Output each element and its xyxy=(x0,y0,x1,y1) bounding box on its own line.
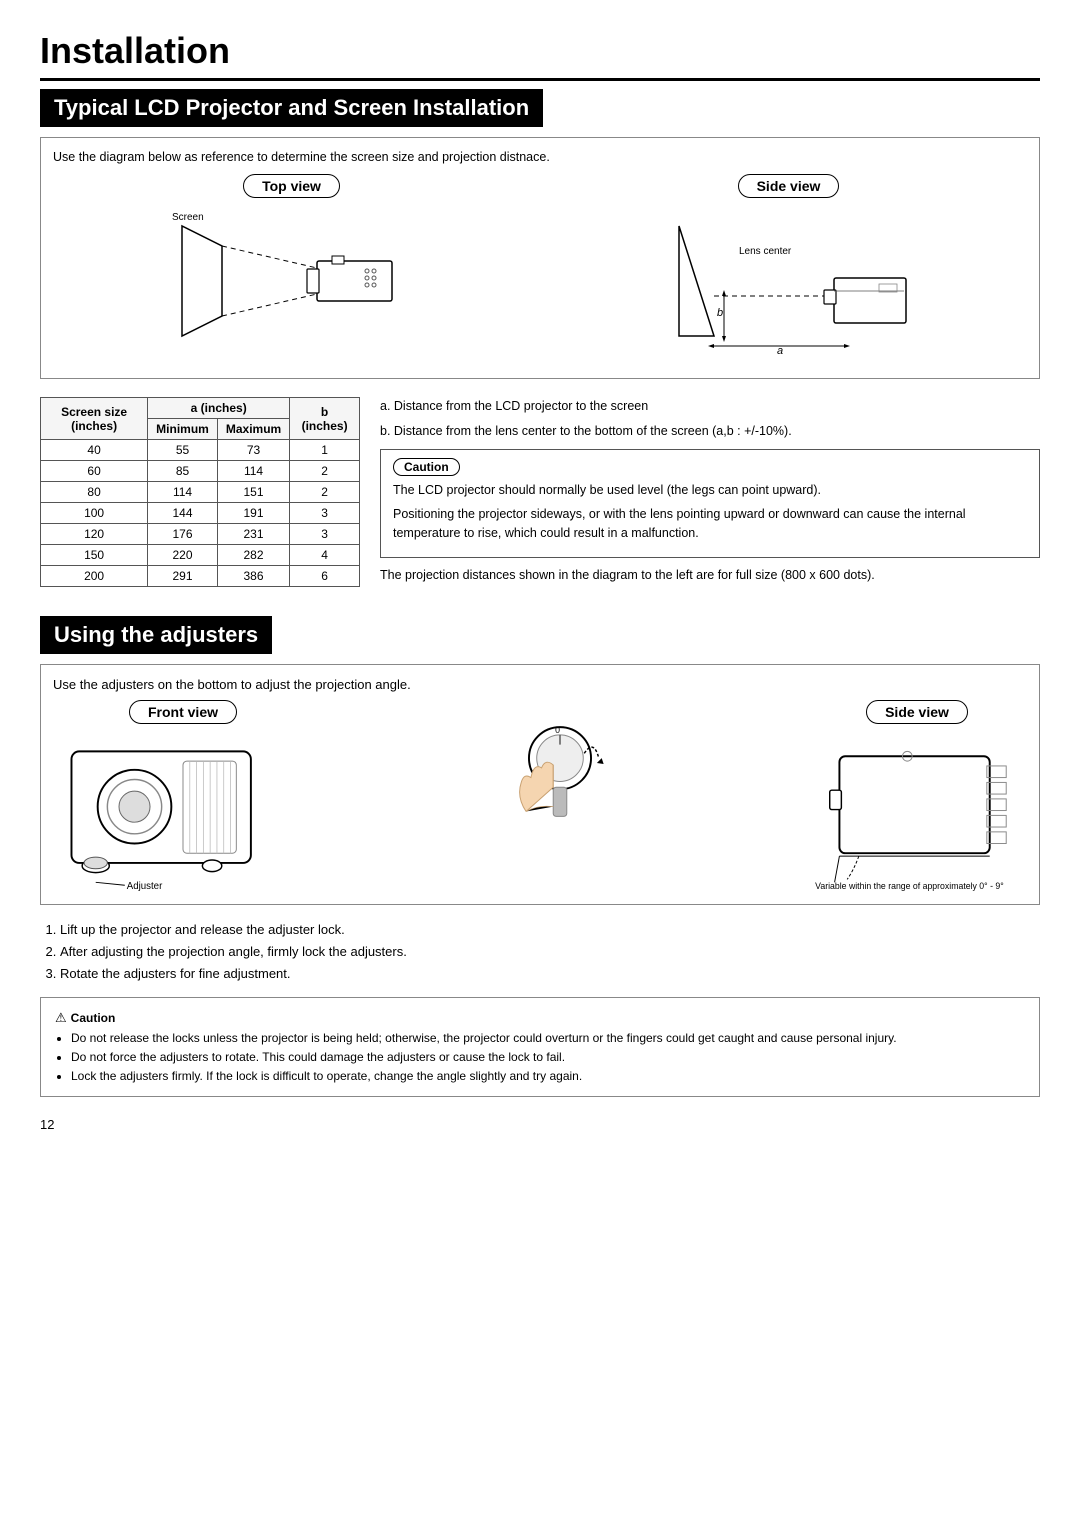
top-view-diagram: Screen xyxy=(53,206,530,356)
table-cell: 4 xyxy=(290,545,360,566)
adj-hand-svg: 0 xyxy=(495,700,625,860)
section2-intro: Use the adjusters on the bottom to adjus… xyxy=(53,677,1027,692)
caution-title: Caution xyxy=(393,458,460,476)
table-row: 1201762313 xyxy=(41,524,360,545)
page-title: Installation xyxy=(40,30,1040,81)
svg-text:b: b xyxy=(717,307,723,319)
steps-list: Lift up the projector and release the ad… xyxy=(60,919,1040,985)
table-cell: 220 xyxy=(148,545,218,566)
caution-bullet: Do not force the adjusters to rotate. Th… xyxy=(71,1048,1025,1067)
table-cell: 3 xyxy=(290,524,360,545)
table-cell: 114 xyxy=(148,482,218,503)
table-cell: 291 xyxy=(148,566,218,587)
top-view-svg: Screen xyxy=(162,206,422,356)
views-row: Top view Screen xyxy=(53,174,1027,356)
table-diagram-row: Screen size (inches) a (inches) b (inche… xyxy=(40,397,1040,591)
table-cell: 150 xyxy=(41,545,148,566)
section1-title: Typical LCD Projector and Screen Install… xyxy=(40,89,543,127)
step-item: Lift up the projector and release the ad… xyxy=(60,919,1040,941)
adj-side-view-label: Side view xyxy=(866,700,968,724)
svg-text:Variable within the range of a: Variable within the range of approximate… xyxy=(815,881,1004,891)
section1-intro: Use the diagram below as reference to de… xyxy=(53,150,1027,164)
adj-side-svg: Variable within the range of approximate… xyxy=(807,732,1027,892)
table-row: 801141512 xyxy=(41,482,360,503)
table-cell: 73 xyxy=(217,440,289,461)
caution-bottom-title: Caution xyxy=(71,1009,116,1028)
side-view-label: Side view xyxy=(738,174,840,198)
table-cell: 386 xyxy=(217,566,289,587)
adj-front-svg: Adjuster xyxy=(53,732,313,892)
table-header-a: a (inches) xyxy=(148,398,290,419)
note-b: b. Distance from the lens center to the … xyxy=(380,422,1040,441)
side-view-diagram: Lens center b a xyxy=(550,206,1027,356)
section2-title: Using the adjusters xyxy=(40,616,272,654)
table-cell: 120 xyxy=(41,524,148,545)
table-cell: 144 xyxy=(148,503,218,524)
front-view-label: Front view xyxy=(129,700,237,724)
caution-bullets-list: Do not release the locks unless the proj… xyxy=(71,1029,1025,1087)
table-subheader-max: Maximum xyxy=(217,419,289,440)
table-cell: 191 xyxy=(217,503,289,524)
table-cell: 6 xyxy=(290,566,360,587)
hand-diagram: 0 xyxy=(495,700,625,860)
caution-bullet: Lock the adjusters firmly. If the lock i… xyxy=(71,1067,1025,1086)
table-cell: 100 xyxy=(41,503,148,524)
front-view-panel: Front view xyxy=(53,700,313,892)
table-cell: 3 xyxy=(290,503,360,524)
table-cell: 282 xyxy=(217,545,289,566)
caution-box: Caution The LCD projector should normall… xyxy=(380,449,1040,558)
svg-text:Screen: Screen xyxy=(172,212,204,223)
caution-bullet: Do not release the locks unless the proj… xyxy=(71,1029,1025,1048)
table-row: 1001441913 xyxy=(41,503,360,524)
side-view-svg: Lens center b a xyxy=(659,206,919,356)
table-cell: 176 xyxy=(148,524,218,545)
table-subheader-min: Minimum xyxy=(148,419,218,440)
caution-bottom-box: ⚠ Caution Do not release the locks unles… xyxy=(40,997,1040,1097)
table-cell: 151 xyxy=(217,482,289,503)
table-row: 2002913866 xyxy=(41,566,360,587)
foot-note: The projection distances shown in the di… xyxy=(380,566,1040,585)
table-cell: 40 xyxy=(41,440,148,461)
table-section: Screen size (inches) a (inches) b (inche… xyxy=(40,397,360,591)
hand-view-panel: 0 xyxy=(495,700,625,860)
svg-text:Adjuster: Adjuster xyxy=(127,881,163,892)
table-cell: 114 xyxy=(217,461,289,482)
projection-table: Screen size (inches) a (inches) b (inche… xyxy=(40,397,360,587)
info-section: a. Distance from the LCD projector to th… xyxy=(380,397,1040,591)
top-view-label: Top view xyxy=(243,174,340,198)
top-view-panel: Top view Screen xyxy=(53,174,530,356)
table-cell: 1 xyxy=(290,440,360,461)
svg-text:a: a xyxy=(777,345,783,356)
table-cell: 2 xyxy=(290,461,360,482)
section1-box: Use the diagram below as reference to de… xyxy=(40,137,1040,379)
note-a: a. Distance from the LCD projector to th… xyxy=(380,397,1040,416)
table-cell: 55 xyxy=(148,440,218,461)
table-row: 1502202824 xyxy=(41,545,360,566)
front-view-diagram: Adjuster xyxy=(53,732,313,892)
svg-text:Lens center: Lens center xyxy=(739,246,792,257)
adjusters-views-row: Front view xyxy=(53,700,1027,892)
side-view-panel: Side view Lens center b a xyxy=(550,174,1027,356)
page-number: 12 xyxy=(40,1117,1040,1132)
table-cell: 80 xyxy=(41,482,148,503)
adj-side-view-panel: Side view xyxy=(807,700,1027,892)
table-header-screen: Screen size (inches) xyxy=(41,398,148,440)
caution-line1: The LCD projector should normally be use… xyxy=(393,481,1027,500)
adjusters-box: Use the adjusters on the bottom to adjus… xyxy=(40,664,1040,905)
table-cell: 60 xyxy=(41,461,148,482)
adj-side-diagram: Variable within the range of approximate… xyxy=(807,732,1027,892)
table-row: 4055731 xyxy=(41,440,360,461)
table-cell: 2 xyxy=(290,482,360,503)
table-row: 60851142 xyxy=(41,461,360,482)
table-cell: 200 xyxy=(41,566,148,587)
table-cell: 231 xyxy=(217,524,289,545)
table-cell: 85 xyxy=(148,461,218,482)
svg-text:0: 0 xyxy=(555,724,560,734)
step-item: Rotate the adjusters for fine adjustment… xyxy=(60,963,1040,985)
step-item: After adjusting the projection angle, fi… xyxy=(60,941,1040,963)
caution-line2: Positioning the projector sideways, or w… xyxy=(393,505,1027,543)
table-header-b: b (inches) xyxy=(290,398,360,440)
